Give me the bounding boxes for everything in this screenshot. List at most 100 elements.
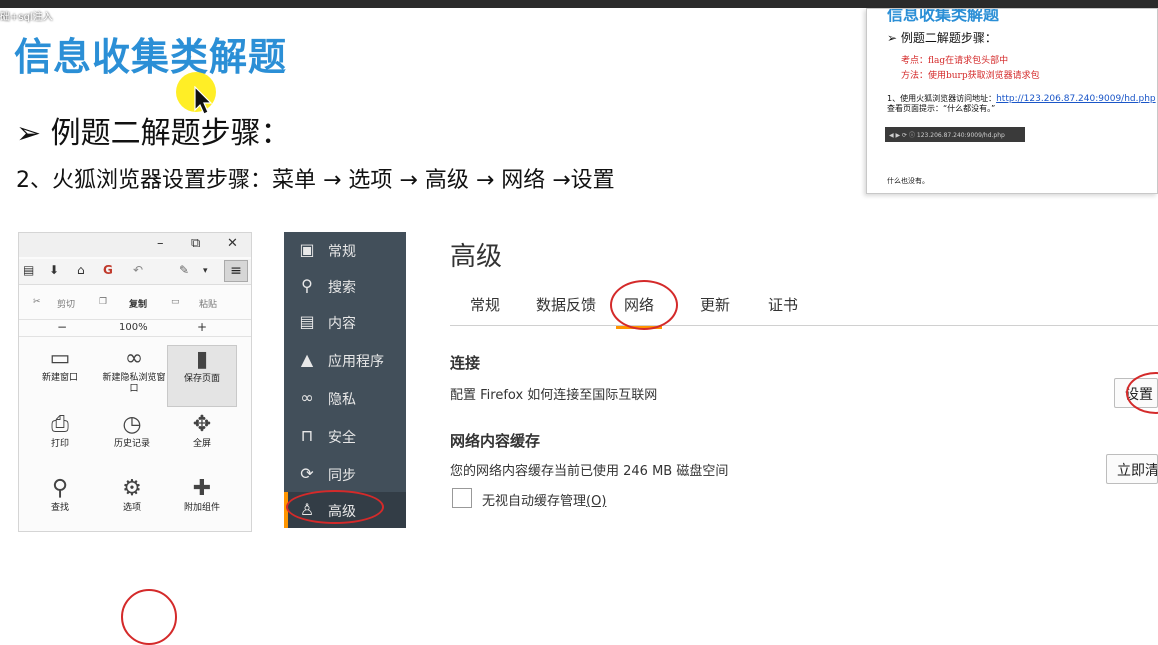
cache-usage-text: 您的网络内容缓存当前已使用 246 MB 磁盘空间 bbox=[450, 464, 729, 479]
sidebar-item-label: 安全 bbox=[328, 430, 356, 446]
sidebar-item-general[interactable]: ▣ 常规 bbox=[284, 232, 406, 268]
rocket-icon: ▲ bbox=[300, 350, 314, 369]
window-icon: ▭ bbox=[49, 346, 71, 371]
zoom-out-button[interactable]: − bbox=[57, 320, 67, 334]
close-icon[interactable]: ✕ bbox=[227, 236, 238, 251]
annotation-circle-options bbox=[121, 589, 177, 645]
firefox-menu-panel: – ⧉ ✕ ▤ ⬇ ⌂ G ↶ ✎ ▾ ≡ ✂ 剪切 ❐ 复制 ▭ 粘贴 − 1… bbox=[18, 232, 252, 645]
connection-heading: 连接 bbox=[450, 354, 481, 372]
zoom-level[interactable]: 100% bbox=[119, 322, 148, 333]
tile-label: 选项 bbox=[122, 503, 141, 513]
override-cache-text: 无视自动缓存管理 bbox=[482, 494, 587, 509]
general-icon: ▣ bbox=[299, 240, 315, 259]
tile-label: 历史记录 bbox=[113, 439, 150, 449]
options-content: 高级 常规 数据反馈 网络 更新 证书 连接 配置 Firefox 如何连接至国… bbox=[406, 232, 1158, 522]
paste-icon: ▭ bbox=[171, 297, 180, 307]
copy-button[interactable]: 复制 bbox=[129, 297, 147, 310]
hamburger-menu-button[interactable]: ≡ bbox=[224, 260, 248, 282]
edit-row: ✂ 剪切 ❐ 复制 ▭ 粘贴 bbox=[19, 295, 251, 313]
history-button[interactable]: ◷ 历史记录 bbox=[97, 411, 167, 473]
tile-label: 打印 bbox=[50, 439, 69, 449]
download-icon[interactable]: ⬇ bbox=[49, 263, 59, 277]
preview-url-link[interactable]: http://123.206.87.240:9009/hd.php bbox=[996, 94, 1156, 104]
override-cache-accesskey: (O) bbox=[586, 494, 607, 509]
tile-label: 保存页面 bbox=[183, 374, 220, 384]
firefox-options-panel: ▣ 常规 ⚲ 搜索 ▤ 内容 ▲ 应用程序 ∞ 隐私 ⊓ 安全 ⟳ 同步 ♙ 高级 高级 常规 … bbox=[284, 232, 1158, 528]
preview-line1-prefix: 1、使用火狐浏览器访问地址： bbox=[887, 94, 997, 103]
browser-toolbar: ▤ ⬇ ⌂ G ↶ ✎ ▾ ≡ bbox=[19, 259, 251, 285]
preview-title: 信息收集类解题 bbox=[887, 8, 1000, 24]
step-instructions: 2、火狐浏览器设置步骤：菜单 → 选项 → 高级 → 网络 →设置 bbox=[16, 168, 615, 193]
preview-step-heading: ➢ 例题二解题步骤： bbox=[887, 31, 997, 45]
sidebar-item-content[interactable]: ▤ 内容 bbox=[284, 304, 406, 340]
sidebar-item-label: 常规 bbox=[328, 244, 356, 260]
home-icon[interactable]: ⌂ bbox=[77, 263, 85, 277]
sidebar-item-privacy[interactable]: ∞ 隐私 bbox=[284, 380, 406, 416]
page-icon: ▮ bbox=[195, 347, 209, 372]
preview-method: 方法：使用burp获取浏览器请求包 bbox=[901, 71, 1040, 81]
restore-icon[interactable]: ⧉ bbox=[191, 236, 200, 251]
sidebar-item-sync[interactable]: ⟳ 同步 bbox=[284, 456, 406, 492]
clock-icon: ◷ bbox=[122, 412, 142, 437]
sidebar-item-label: 搜索 bbox=[328, 280, 356, 296]
extension-icon[interactable]: ✎ bbox=[179, 263, 189, 277]
clip-title: 础+sql注入 bbox=[0, 12, 53, 23]
fullscreen-button[interactable]: ✥ 全屏 bbox=[167, 411, 237, 473]
tab-general[interactable]: 常规 bbox=[470, 294, 500, 315]
print-button[interactable]: ⎙ 打印 bbox=[25, 411, 95, 473]
annotation-circle-network bbox=[610, 280, 678, 330]
sidebar-item-search[interactable]: ⚲ 搜索 bbox=[284, 268, 406, 304]
sidebar-item-applications[interactable]: ▲ 应用程序 bbox=[284, 342, 406, 378]
preview-url-text: 123.206.87.240:9009/hd.php bbox=[916, 132, 1005, 139]
save-page-button[interactable]: ▮ 保存页面 bbox=[167, 345, 237, 407]
clear-now-button[interactable]: 立即清 bbox=[1106, 454, 1158, 484]
copy-icon: ❐ bbox=[99, 297, 108, 307]
tab-update[interactable]: 更新 bbox=[700, 294, 730, 315]
annotation-circle-advanced bbox=[286, 490, 384, 524]
tile-label: 新建窗口 bbox=[41, 373, 78, 383]
puzzle-icon: ✚ bbox=[192, 476, 212, 501]
cache-heading: 网络内容缓存 bbox=[450, 432, 541, 450]
video-top-bar bbox=[0, 0, 1158, 8]
sidebar-item-label: 应用程序 bbox=[328, 354, 384, 370]
sidebar-item-label: 内容 bbox=[328, 316, 356, 332]
addons-button[interactable]: ✚ 附加组件 bbox=[167, 475, 237, 537]
tile-label: 附加组件 bbox=[183, 503, 220, 513]
new-window-button[interactable]: ▭ 新建窗口 bbox=[25, 345, 95, 407]
search-icon: ⚲ bbox=[301, 276, 313, 295]
zoom-in-button[interactable]: + bbox=[197, 320, 207, 334]
find-button[interactable]: ⚲ 查找 bbox=[25, 475, 95, 537]
slide-title: 信息收集类解题 bbox=[14, 35, 288, 79]
preview-line2: 查看页面提示：“什么都没有。” bbox=[887, 104, 996, 113]
chevron-down-icon[interactable]: ▾ bbox=[203, 266, 208, 276]
paste-button[interactable]: 粘贴 bbox=[199, 297, 217, 310]
cut-icon: ✂ bbox=[33, 297, 41, 307]
gm-extension-icon[interactable]: G bbox=[103, 263, 113, 277]
page-title: 高级 bbox=[450, 242, 503, 272]
cut-button[interactable]: 剪切 bbox=[57, 297, 75, 310]
mask-icon: ∞ bbox=[124, 346, 144, 371]
override-cache-label: 无视自动缓存管理(O) bbox=[482, 490, 606, 509]
library-icon[interactable]: ▤ bbox=[23, 263, 34, 277]
new-private-window-button[interactable]: ∞ 新建隐私浏览窗口 bbox=[99, 345, 169, 407]
options-button[interactable]: ⚙ 选项 bbox=[97, 475, 167, 537]
content-icon: ▤ bbox=[299, 312, 315, 331]
override-cache-checkbox[interactable] bbox=[452, 488, 472, 508]
fullscreen-icon: ✥ bbox=[192, 412, 212, 437]
printer-icon: ⎙ bbox=[51, 412, 69, 437]
window-titlebar: – ⧉ ✕ bbox=[19, 233, 251, 257]
sidebar-item-security[interactable]: ⊓ 安全 bbox=[284, 418, 406, 454]
connection-description: 配置 Firefox 如何连接至国际互联网 bbox=[450, 388, 658, 403]
undo-icon[interactable]: ↶ bbox=[133, 263, 143, 277]
step-heading: ➢ 例题二解题步骤： bbox=[16, 116, 291, 151]
tile-label: 全屏 bbox=[192, 439, 211, 449]
minimize-icon[interactable]: – bbox=[157, 236, 164, 251]
tab-certificates[interactable]: 证书 bbox=[768, 294, 798, 315]
mask-icon: ∞ bbox=[300, 388, 314, 407]
options-sidebar: ▣ 常规 ⚲ 搜索 ▤ 内容 ▲ 应用程序 ∞ 隐私 ⊓ 安全 ⟳ 同步 ♙ 高级 bbox=[284, 232, 406, 528]
nav-arrows-icon: ◀ ▶ ⟳ ⓘ bbox=[889, 132, 917, 139]
tile-label: 查找 bbox=[50, 503, 69, 513]
preview-page-text: 什么也没有。 bbox=[887, 177, 929, 185]
tab-data-choices[interactable]: 数据反馈 bbox=[536, 294, 596, 315]
gear-icon: ⚙ bbox=[122, 476, 142, 501]
